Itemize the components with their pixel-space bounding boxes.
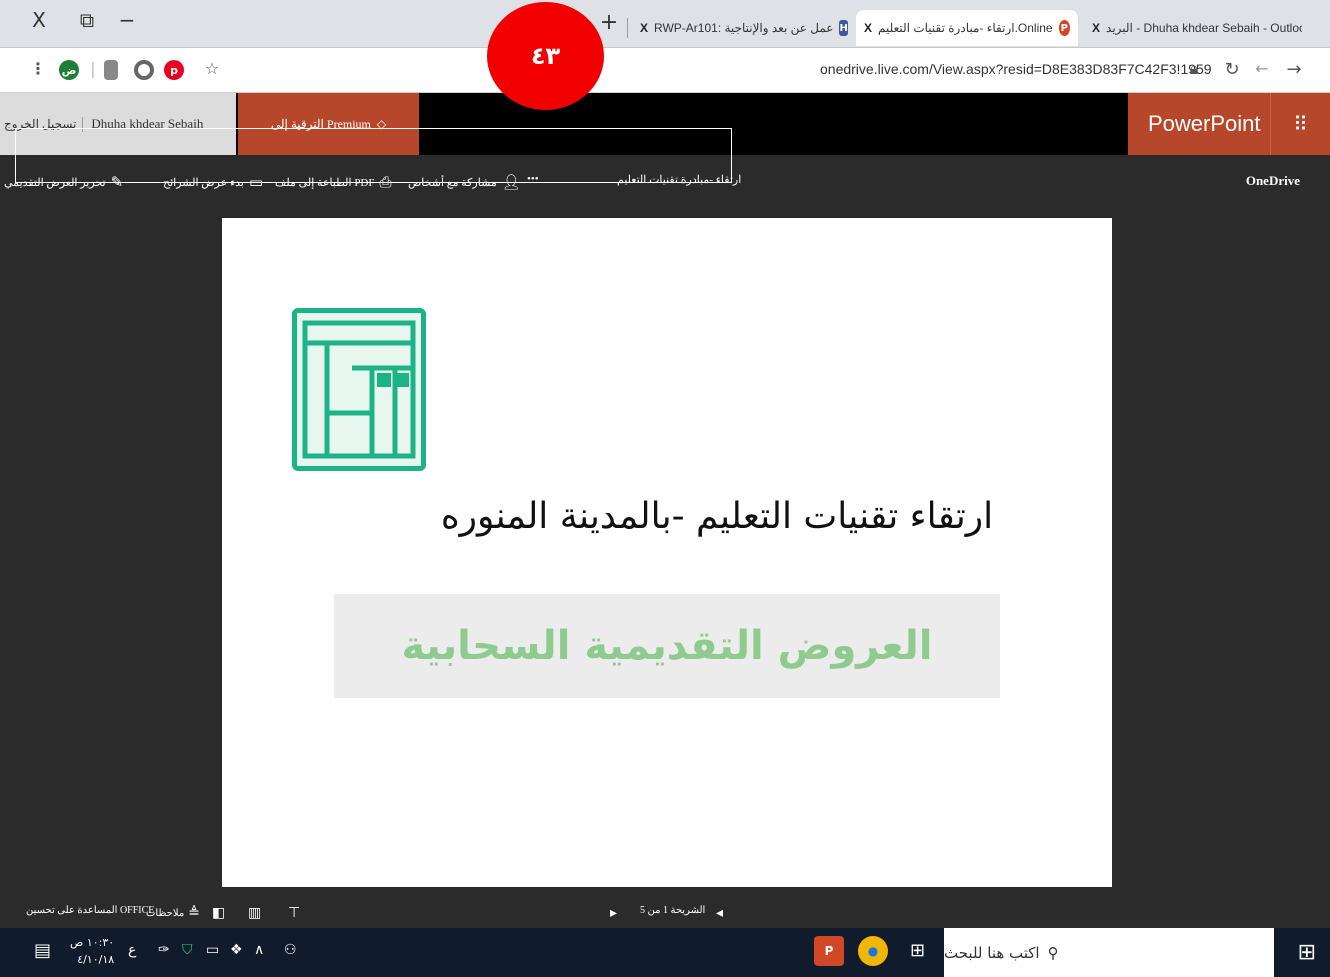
windows-taskbar: ▤ ١٠:٣٠ ص ٤/١٠/١٨ ع ✑ ⛉ ▭ ❖ ∧ ⚇ P ● ⊞ ⚲ … (0, 928, 1330, 977)
edit-presentation-button[interactable]: تحرير العرض التقديمي ✎ (4, 173, 123, 191)
reload-icon[interactable]: ↻ (1222, 59, 1242, 81)
slide-subtitle: العروض التقديمية السحابية (401, 623, 933, 669)
close-window-icon[interactable]: X (24, 8, 54, 32)
windows-start-icon[interactable]: ⊞ (1298, 940, 1316, 965)
clock-date: ٤/١٠/١٨ (77, 953, 115, 966)
new-tab-button[interactable]: + (597, 10, 621, 35)
extension-shield-icon[interactable] (104, 60, 118, 80)
tab-close-icon[interactable]: X (864, 21, 872, 35)
url-text[interactable]: onedrive.live.com/View.aspx?resid=D8E383… (820, 61, 1212, 77)
slideshow-label: بدء عرض الشرائح (163, 176, 244, 189)
back-arrow-icon[interactable]: ← (1252, 59, 1272, 81)
notes-button[interactable]: ملاحظات ≜ (146, 905, 200, 921)
pinterest-icon[interactable]: p (164, 60, 184, 80)
slide-counter: الشريحة 1 من 5 (640, 905, 706, 916)
username[interactable]: Dhuha khdear Sebaih (83, 116, 211, 132)
tab-close-icon[interactable]: X (640, 21, 648, 35)
projector-icon: ▭ (248, 173, 264, 191)
search-placeholder: اكتب هنا للبحث (944, 943, 1040, 962)
hbs-favicon-icon: H (839, 20, 848, 36)
signout-link[interactable]: تسجيل الخروج (0, 116, 84, 132)
start-slideshow-button[interactable]: بدء عرض الشرائح ▭ (163, 173, 263, 191)
pen-icon[interactable]: ✑ (158, 942, 170, 958)
tab-rwp[interactable]: X RWP-Ar101: عمل عن بعد والإنتاجية H (632, 10, 850, 46)
tab-title: البريد - Dhuha khdear Sebaih - Outlook (1106, 21, 1302, 35)
language-indicator[interactable]: ع (128, 942, 136, 958)
office-header: تسجيل الخروج Dhuha khdear Sebaih الترقية… (0, 93, 1330, 155)
system-clock[interactable]: ١٠:٣٠ ص ٤/١٠/١٨ (70, 934, 114, 968)
clock-time: ١٠:٣٠ ص (70, 936, 115, 949)
diamond-icon: ◇ (376, 117, 387, 131)
slideshow-view-icon[interactable]: ⊤ (288, 905, 300, 921)
tab-title: ارتقاء -مبادرة تقنيات التعليم.Online (878, 21, 1053, 35)
previous-slide-arrow-icon[interactable]: ◂ (716, 905, 723, 921)
app-launcher-icon[interactable]: ⠿ (1270, 93, 1330, 155)
tab-powerpoint-active[interactable]: X ارتقاء -مبادرة تقنيات التعليم.Online P (856, 10, 1078, 46)
notes-icon: ≜ (188, 905, 200, 921)
next-slide-arrow-icon[interactable]: ▸ (610, 905, 617, 921)
forward-arrow-icon[interactable]: → (1284, 59, 1304, 81)
add-person-icon: 👤︎ (501, 173, 521, 191)
slide-canvas: ارتقاء تقنيات التعليم -بالمدينة المنوره … (222, 218, 1112, 887)
pencil-icon: ✎ (110, 173, 124, 191)
print-label: الطباعة إلى ملف PDF (275, 176, 375, 189)
security-shield-icon[interactable]: ⛉ (182, 942, 193, 958)
tab-separator (627, 18, 628, 38)
powerpoint-favicon-icon: P (1058, 20, 1070, 36)
powerpoint-taskbar-icon[interactable]: P (814, 936, 844, 966)
extension-ring-icon[interactable] (134, 60, 154, 80)
chrome-taskbar-icon[interactable]: ● (858, 936, 888, 966)
logo-glyph-icon (302, 320, 416, 459)
reading-view-icon[interactable]: ▥ (248, 905, 261, 921)
share-button[interactable]: مشاركة مع أشخاص 👤︎ (408, 173, 521, 191)
premium-label: الترقية إلى Premium (270, 116, 371, 131)
print-pdf-button[interactable]: الطباعة إلى ملف PDF ⎙ (275, 173, 392, 191)
document-title[interactable]: ارتقاء -مبادرة تقنيات التعليم (617, 173, 741, 186)
app-name[interactable]: PowerPoint (1148, 111, 1261, 137)
powerpoint-brand: PowerPoint ⠿ (1128, 93, 1330, 155)
status-bar: المساعدة على تحسين OFFICE ملاحظات ≜ ◧ ▥ … (0, 898, 1330, 928)
dropbox-icon[interactable]: ❖ (230, 942, 243, 958)
toolbar-divider: | (90, 59, 96, 78)
address-bar: ⋮ ض | p ☆ onedrive.live.com/View.aspx?re… (0, 48, 1330, 93)
task-view-icon[interactable]: ⊞ (910, 940, 925, 961)
slide-title[interactable]: ارتقاء تقنيات التعليم -بالمدينة المنوره (222, 496, 1112, 537)
onedrive-link[interactable]: OneDrive (1246, 173, 1300, 189)
help-improve-office-link[interactable]: المساعدة على تحسين OFFICE (26, 905, 154, 916)
more-options-button[interactable]: ••• (527, 173, 539, 185)
tab-title: RWP-Ar101: عمل عن بعد والإنتاجية (654, 21, 834, 35)
search-icon: ⚲ (1047, 943, 1059, 962)
command-bar: تحرير العرض التقديمي ✎ بدء عرض الشرائح ▭… (0, 155, 1330, 210)
irtiqa-logo (292, 308, 426, 471)
upgrade-premium-button[interactable]: الترقية إلى Premium ◇ (238, 93, 419, 155)
user-area: تسجيل الخروج Dhuha khdear Sebaih (0, 93, 236, 155)
share-label: مشاركة مع أشخاص (408, 176, 497, 189)
restore-window-icon[interactable]: ⧉ (72, 8, 102, 32)
page-number-badge: ٤٣ (487, 2, 604, 110)
notes-label: ملاحظات (146, 907, 185, 919)
printer-icon: ⎙ (379, 173, 392, 191)
slide-subtitle-box[interactable]: العروض التقديمية السحابية (334, 594, 1000, 698)
tab-outlook[interactable]: X البريد - Dhuha khdear Sebaih - Outlook… (1084, 10, 1302, 46)
normal-view-icon[interactable]: ◧ (212, 905, 225, 921)
taskbar-search-box[interactable]: ⚲ اكتب هنا للبحث (944, 928, 1274, 977)
lock-icon[interactable]: 🔒︎ (1186, 59, 1202, 81)
notification-center-icon[interactable]: ▤ (34, 940, 51, 961)
profile-avatar[interactable]: ض (59, 60, 79, 80)
tray-expand-chevron-icon[interactable]: ∧ (254, 942, 264, 958)
tab-close-icon[interactable]: X (1092, 21, 1100, 35)
battery-icon[interactable]: ▭ (206, 942, 219, 958)
browser-tab-strip: X ⧉ − + X RWP-Ar101: عمل عن بعد والإنتاج… (0, 0, 1330, 48)
minimize-window-icon[interactable]: − (112, 8, 142, 32)
people-icon[interactable]: ⚇ (284, 942, 297, 958)
edit-label: تحرير العرض التقديمي (4, 176, 106, 189)
browser-menu-icon[interactable]: ⋮ (30, 59, 46, 81)
bookmark-star-icon[interactable]: ☆ (202, 59, 222, 81)
